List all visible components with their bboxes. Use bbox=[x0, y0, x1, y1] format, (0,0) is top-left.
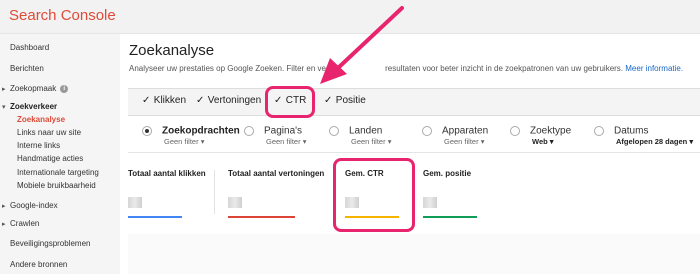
sidebar-item-crawlen[interactable]: Crawlen bbox=[10, 219, 39, 228]
sidebar-item-handmatige-acties[interactable]: Handmatige acties bbox=[17, 154, 83, 163]
metric-checkbox-klikken[interactable]: ✓ Klikken bbox=[142, 95, 186, 106]
expand-caret-icon[interactable]: ▸ bbox=[2, 202, 6, 210]
dimension-label: Zoektype bbox=[530, 125, 572, 137]
metric-label: Positie bbox=[335, 95, 366, 106]
dimension-datums[interactable]: Datums Afgelopen 28 dagen ▾ bbox=[594, 122, 693, 146]
more-info-link[interactable]: Meer informatie. bbox=[625, 64, 683, 73]
chart-area bbox=[128, 234, 700, 274]
blurred-value bbox=[228, 197, 242, 208]
dimension-label: Apparaten bbox=[442, 125, 489, 137]
expand-caret-icon[interactable]: ▸ bbox=[2, 85, 6, 93]
filter-dropdown[interactable]: Geen filter ▾ bbox=[266, 137, 306, 146]
description-text-left: Analyseer uw prestaties op Google Zoeken… bbox=[129, 64, 334, 73]
dimension-label: Datums bbox=[614, 125, 649, 137]
sidebar-item-links-naar-uw-site[interactable]: Links naar uw site bbox=[17, 128, 81, 137]
metric-toolbar: ✓ Klikken ✓ Vertoningen ✓ CTR ✓ Positie bbox=[128, 88, 700, 116]
highlight-gem-ctr-card bbox=[333, 158, 415, 232]
sidebar-item-mobiele-bruikbaarheid[interactable]: Mobiele bruikbaarheid bbox=[17, 181, 96, 190]
page-description: Analyseer uw prestaties op Google Zoeken… bbox=[129, 64, 683, 73]
dimension-zoektype[interactable]: Zoektype Web ▾ bbox=[510, 122, 572, 146]
filter-label: Web bbox=[532, 137, 548, 146]
filter-dropdown[interactable]: Geen filter ▾ bbox=[351, 137, 391, 146]
filter-dropdown[interactable]: Web ▾ bbox=[532, 137, 554, 146]
page-title: Zoekanalyse bbox=[129, 42, 215, 59]
dimension-label: Landen bbox=[349, 125, 383, 137]
sidebar-item-andere-bronnen[interactable]: Andere bronnen bbox=[10, 260, 67, 269]
dimension-apparaten[interactable]: Apparaten Geen filter ▾ bbox=[422, 122, 489, 146]
filter-label: Geen filter bbox=[351, 137, 386, 146]
filter-label: Geen filter bbox=[444, 137, 479, 146]
sidebar-item-internationale-targeting[interactable]: Internationale targeting bbox=[17, 168, 99, 177]
blurred-value bbox=[423, 197, 437, 208]
highlight-ctr-checkbox bbox=[265, 86, 315, 118]
radio-button[interactable] bbox=[510, 125, 520, 136]
metric-checkbox-vertoningen[interactable]: ✓ Vertoningen bbox=[196, 95, 261, 106]
card-color-line bbox=[228, 216, 295, 218]
filter-dropdown[interactable]: Geen filter ▾ bbox=[164, 137, 204, 146]
radio-button-selected[interactable] bbox=[142, 125, 152, 136]
dimension-label: Pagina's bbox=[264, 125, 303, 137]
checkmark-icon: ✓ bbox=[142, 95, 151, 106]
card-title: Totaal aantal klikken bbox=[128, 169, 206, 178]
card-gem-positie[interactable]: Gem. positie bbox=[423, 162, 493, 234]
sidebar-item-interne-links[interactable]: Interne links bbox=[17, 141, 60, 150]
checkmark-icon: ✓ bbox=[324, 95, 333, 106]
card-totaal-klikken[interactable]: Totaal aantal klikken bbox=[128, 162, 218, 234]
dimension-landen[interactable]: Landen Geen filter ▾ bbox=[329, 122, 391, 146]
card-color-line bbox=[128, 216, 182, 218]
radio-button[interactable] bbox=[329, 125, 339, 136]
metric-label: Klikken bbox=[153, 95, 187, 106]
radio-button[interactable] bbox=[422, 125, 432, 136]
sidebar-item-label: Zoekopmaak bbox=[10, 84, 57, 93]
sidebar: Dashboard Berichten ▸ Zoekopmaak i ▾ Zoek… bbox=[0, 34, 120, 274]
radio-button[interactable] bbox=[594, 125, 604, 136]
expand-caret-icon[interactable]: ▸ bbox=[2, 220, 6, 228]
top-bar: Search Console bbox=[0, 0, 700, 34]
dimension-zoekopdrachten[interactable]: Zoekopdrachten Geen filter ▾ bbox=[142, 122, 240, 146]
filter-label: Geen filter bbox=[266, 137, 301, 146]
metric-checkbox-positie[interactable]: ✓ Positie bbox=[324, 95, 366, 106]
collapse-caret-icon[interactable]: ▾ bbox=[2, 103, 6, 111]
card-title: Gem. positie bbox=[423, 169, 472, 178]
blurred-value bbox=[128, 197, 142, 208]
radio-button[interactable] bbox=[244, 125, 254, 136]
card-title: Totaal aantal vertoningen bbox=[228, 169, 325, 178]
sidebar-item-google-index[interactable]: Google-index bbox=[10, 201, 58, 210]
filter-dropdown[interactable]: Geen filter ▾ bbox=[444, 137, 484, 146]
description-text-right: resultaten voor beter inzicht in de zoek… bbox=[385, 64, 624, 73]
sidebar-item-dashboard[interactable]: Dashboard bbox=[10, 43, 49, 52]
checkmark-icon: ✓ bbox=[196, 95, 205, 106]
sidebar-item-zoekverkeer[interactable]: Zoekverkeer bbox=[10, 102, 57, 111]
dimension-selector: Zoekopdrachten Geen filter ▾ Pagina's Ge… bbox=[128, 116, 700, 153]
sidebar-item-beveiligingsproblemen[interactable]: Beveiligingsproblemen bbox=[10, 239, 91, 248]
metric-label: Vertoningen bbox=[207, 95, 262, 106]
info-icon[interactable]: i bbox=[60, 84, 69, 93]
filter-label: Afgelopen 28 dagen bbox=[616, 137, 688, 146]
filter-dropdown[interactable]: Afgelopen 28 dagen ▾ bbox=[616, 137, 693, 146]
filter-label: Geen filter bbox=[164, 137, 199, 146]
app-title[interactable]: Search Console bbox=[9, 7, 116, 24]
sidebar-item-zoekopmaak[interactable]: Zoekopmaak i bbox=[10, 84, 69, 93]
card-totaal-vertoningen[interactable]: Totaal aantal vertoningen bbox=[228, 162, 332, 234]
sidebar-item-zoekanalyse[interactable]: Zoekanalyse bbox=[17, 115, 65, 124]
dimension-label: Zoekopdrachten bbox=[162, 125, 240, 137]
sidebar-item-berichten[interactable]: Berichten bbox=[10, 64, 44, 73]
dimension-paginas[interactable]: Pagina's Geen filter ▾ bbox=[244, 122, 306, 146]
card-color-line bbox=[423, 216, 477, 218]
card-divider bbox=[214, 170, 215, 214]
main-content: Zoekanalyse Analyseer uw prestaties op G… bbox=[120, 34, 700, 274]
